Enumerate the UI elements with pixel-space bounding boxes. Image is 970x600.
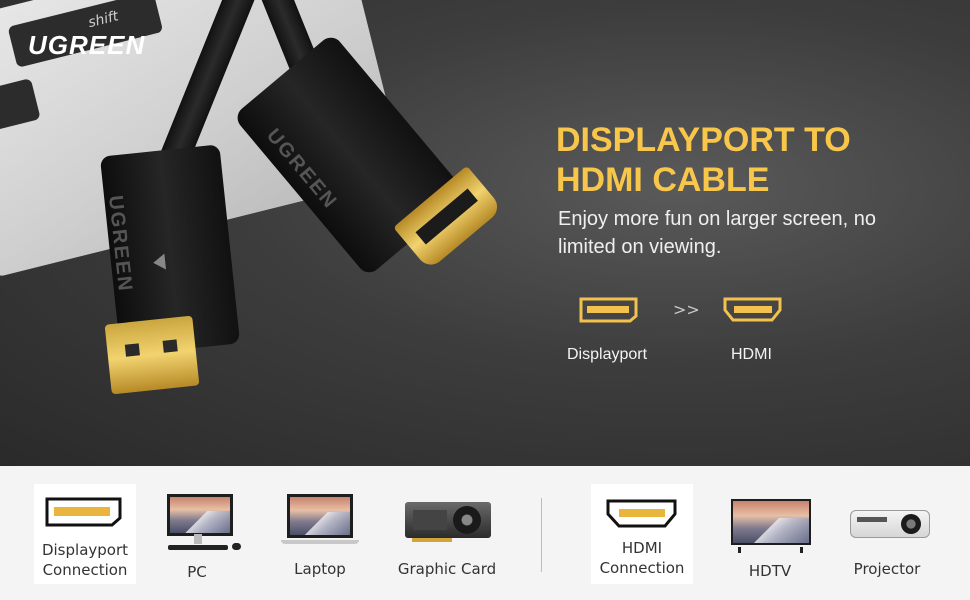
hdmi-port-icon <box>606 499 677 528</box>
gpu-connector <box>412 538 452 542</box>
laptop-base <box>281 540 359 544</box>
connector-logo: UGREEN <box>104 194 137 294</box>
compat-label-displayport: Displayport Connection <box>30 540 140 580</box>
compat-label-hdmi: HDMI Connection <box>587 538 697 578</box>
compat-label-laptop: Laptop <box>294 560 346 578</box>
release-latch-icon <box>152 253 167 271</box>
hero-banner: shift UGREEN UGREEN UGREEN DISPLAYPORT T… <box>0 0 970 466</box>
headline-line-2: HDMI CABLE <box>556 161 770 199</box>
heatsink-shape <box>413 510 447 530</box>
laptop-icon <box>287 494 353 538</box>
compat-label-graphic-card: Graphic Card <box>397 560 497 578</box>
hdmi-port-icon <box>723 297 782 322</box>
compat-label-projector: Projector <box>853 560 921 578</box>
keyboard-key <box>0 78 41 136</box>
compat-label-displayport-text: Displayport Connection <box>41 541 129 579</box>
conversion-arrow-icon: >> <box>673 300 700 319</box>
fan-shape <box>453 506 481 534</box>
plug-hole <box>124 343 140 357</box>
to-connector-label: HDMI <box>731 346 772 363</box>
product-tagline: Enjoy more fun on larger screen, no limi… <box>558 208 876 258</box>
displayport-port-icon <box>579 297 638 323</box>
product-headline: DISPLAYPORT TO HDMI CABLE <box>556 120 956 200</box>
headline-line-1: DISPLAYPORT TO <box>556 121 851 159</box>
brand-logo: UGREEN <box>28 30 146 60</box>
vent-shape <box>857 517 887 522</box>
group-divider <box>541 498 542 572</box>
lens-shape <box>901 514 921 534</box>
graphics-card-icon <box>405 502 491 538</box>
desktop-pc-icon <box>167 494 233 536</box>
from-connector-label: Displayport <box>567 346 648 363</box>
mouse-shape <box>232 543 241 550</box>
compat-label-hdmi-text: HDMI Connection <box>599 539 685 577</box>
displayport-port-icon <box>45 497 122 527</box>
compat-label-hdtv: HDTV <box>748 562 792 580</box>
tv-leg <box>800 547 803 553</box>
projector-icon <box>850 510 930 538</box>
keyboard-shape <box>168 545 228 550</box>
hdtv-icon <box>731 499 813 547</box>
shift-key-label: shift <box>86 8 121 32</box>
monitor-stand <box>194 534 202 544</box>
tv-leg <box>738 547 741 553</box>
plug-hole <box>162 339 178 353</box>
displayport-plug <box>104 315 200 395</box>
compat-label-pc: PC <box>187 563 207 581</box>
